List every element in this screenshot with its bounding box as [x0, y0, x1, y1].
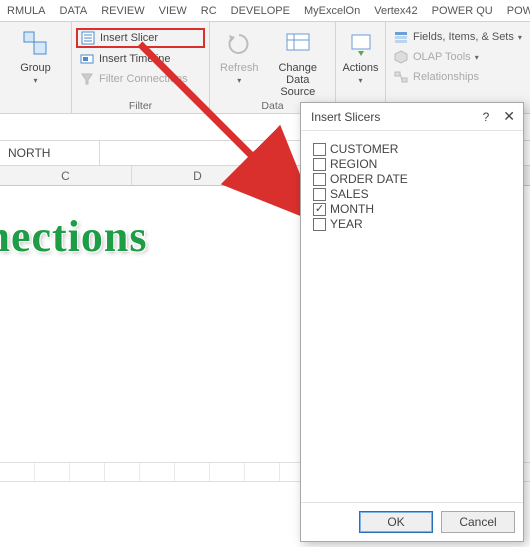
change-data-source-label: Change Data Source: [271, 62, 325, 98]
close-icon[interactable]: ✕: [503, 108, 515, 125]
group-label: Group: [20, 62, 51, 74]
change-data-source-button[interactable]: Change Data Source: [265, 24, 331, 98]
fields-items-sets-button[interactable]: Fields, Items, & Sets ▾: [390, 28, 526, 46]
dialog-title: Insert Slicers: [311, 110, 380, 124]
refresh-label: Refresh: [220, 62, 259, 74]
tab-view[interactable]: VIEW: [152, 2, 194, 21]
ribbon: Group ▾ Insert Slicer Insert Timeline: [0, 22, 530, 114]
checkbox-icon: [313, 188, 326, 201]
filter-section-label: Filter: [76, 98, 205, 113]
relationships-label: Relationships: [413, 71, 479, 83]
field-label: YEAR: [330, 217, 363, 231]
chevron-down-icon: ▾: [518, 33, 522, 42]
tab-powerqu[interactable]: POWER QU: [425, 2, 500, 21]
checkbox-icon: [313, 143, 326, 156]
group-icon: [20, 28, 52, 60]
field-checkbox-customer[interactable]: CUSTOMER: [313, 142, 511, 156]
relationships-icon: [393, 69, 409, 85]
fields-items-sets-label: Fields, Items, & Sets: [413, 31, 514, 43]
field-checkbox-sales[interactable]: SALES: [313, 187, 511, 201]
tab-myexcelon[interactable]: MyExcelOn: [297, 2, 367, 21]
actions-label: Actions: [342, 62, 378, 74]
insert-timeline-label: Insert Timeline: [99, 53, 171, 65]
group-button[interactable]: Group ▾: [4, 24, 67, 85]
olap-icon: [393, 49, 409, 65]
group-section-label: [4, 110, 67, 113]
insert-slicers-dialog: Insert Slicers ? ✕ CUSTOMER REGION ORDER…: [300, 102, 524, 542]
slicer-icon: [80, 30, 96, 46]
tab-powerpiv[interactable]: POWERPIV: [500, 2, 530, 21]
insert-slicer-label: Insert Slicer: [100, 32, 158, 44]
chevron-down-icon: ▾: [237, 76, 241, 85]
field-checkbox-month[interactable]: ✓ MONTH: [313, 202, 511, 216]
checkbox-icon: [313, 173, 326, 186]
tab-review[interactable]: REVIEW: [94, 2, 151, 21]
field-label: ORDER DATE: [330, 172, 408, 186]
field-checkbox-year[interactable]: YEAR: [313, 217, 511, 231]
field-label: REGION: [330, 157, 377, 171]
filter-connections-button: Filter Connections: [76, 70, 205, 88]
field-checkbox-region[interactable]: REGION: [313, 157, 511, 171]
field-label: MONTH: [330, 202, 374, 216]
cancel-button[interactable]: Cancel: [441, 511, 515, 533]
checkbox-icon: [313, 158, 326, 171]
change-data-source-icon: [282, 28, 314, 60]
tab-developer[interactable]: DEVELOPE: [224, 2, 297, 21]
fields-icon: [393, 29, 409, 45]
chevron-down-icon: ▾: [475, 53, 479, 62]
actions-icon: [345, 28, 377, 60]
filter-connections-icon: [79, 71, 95, 87]
dialog-body: CUSTOMER REGION ORDER DATE SALES ✓ MONTH…: [301, 131, 523, 502]
chevron-down-icon: ▾: [358, 76, 362, 85]
field-checkbox-order-date[interactable]: ORDER DATE: [313, 172, 511, 186]
ok-button[interactable]: OK: [359, 511, 433, 533]
timeline-icon: [79, 51, 95, 67]
chevron-down-icon: ▾: [33, 76, 37, 85]
column-header-c[interactable]: C: [0, 166, 132, 185]
checkbox-icon: [313, 218, 326, 231]
refresh-button: Refresh ▾: [214, 24, 265, 98]
field-label: SALES: [330, 187, 369, 201]
tab-vertex42[interactable]: Vertex42: [367, 2, 424, 21]
olap-tools-button: OLAP Tools ▾: [390, 48, 526, 66]
checkbox-checked-icon: ✓: [313, 203, 326, 216]
dialog-help-button[interactable]: ?: [483, 110, 490, 124]
olap-tools-label: OLAP Tools: [413, 51, 471, 63]
column-header-d[interactable]: D: [132, 166, 264, 185]
tab-formula[interactable]: RMULA: [0, 2, 53, 21]
filter-connections-label: Filter Connections: [99, 73, 188, 85]
actions-button[interactable]: Actions ▾: [340, 24, 381, 85]
tab-rc[interactable]: RC: [194, 2, 224, 21]
insert-timeline-button[interactable]: Insert Timeline: [76, 50, 205, 68]
refresh-icon: [223, 28, 255, 60]
insert-slicer-button[interactable]: Insert Slicer: [76, 28, 205, 48]
watermark-text: nnections: [0, 211, 147, 262]
relationships-button: Relationships: [390, 68, 526, 86]
name-box[interactable]: NORTH: [0, 141, 100, 165]
tab-data[interactable]: DATA: [53, 2, 95, 21]
field-label: CUSTOMER: [330, 142, 398, 156]
ribbon-tabs: RMULA DATA REVIEW VIEW RC DEVELOPE MyExc…: [0, 0, 530, 22]
